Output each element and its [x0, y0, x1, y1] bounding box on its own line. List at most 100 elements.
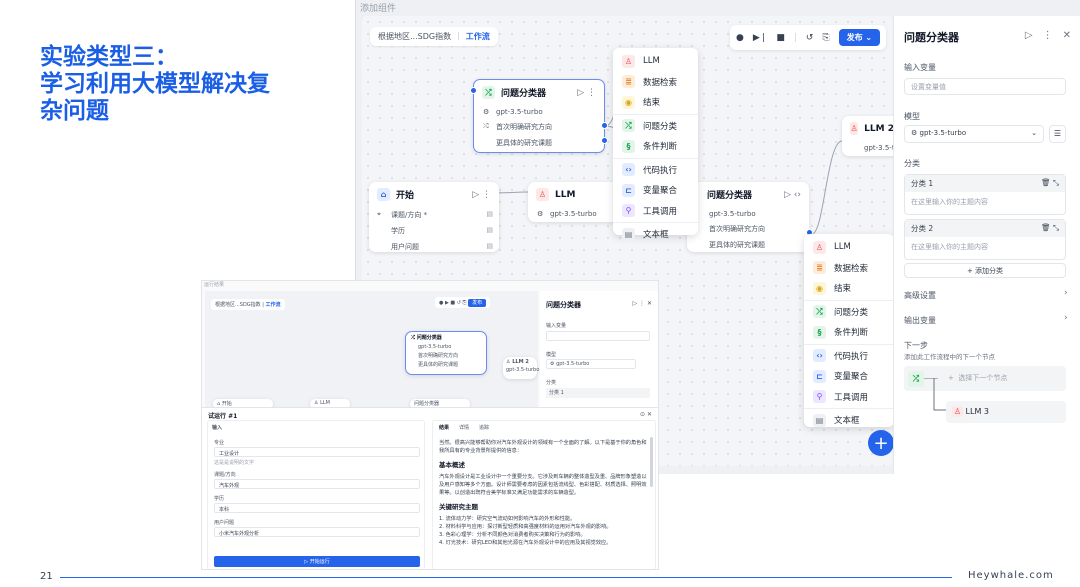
mini-input-field[interactable] — [546, 331, 650, 341]
run-title: 试运行 #1 — [208, 413, 238, 420]
next-node-llm3[interactable]: ♙ LLM 3 — [946, 401, 1066, 423]
input-handle[interactable] — [470, 87, 477, 94]
field-input[interactable]: 本科 — [214, 503, 420, 513]
menu-item-end[interactable]: ◉ 结束 — [613, 92, 698, 113]
llm-icon: ♙ — [536, 188, 549, 201]
tab-detail[interactable]: 详情 — [459, 424, 469, 431]
output-vars[interactable]: 输出变量 — [904, 315, 936, 326]
input-var-field[interactable]: 设置变量值 — [904, 78, 1066, 95]
menu-item-condition[interactable]: § 条件判断 — [613, 136, 698, 157]
more-icon[interactable]: ⋮ — [1043, 30, 1053, 41]
result-tabs: 结果 详情 追踪 — [439, 424, 489, 431]
node-model: ⚙ gpt-3.5-turbo — [537, 210, 597, 218]
mini-node-llm2[interactable]: ♙ LLM 2 gpt-3.5-turbo — [503, 357, 539, 379]
field-input[interactable]: 汽车外观 — [214, 479, 420, 489]
add-node-menu-1: ♙ LLM ≣ 数据检索 ◉ 结束 ⤮ 问题分类 § 条件判断 ‹› 代码执行 ⊏ 变量聚合 … — [613, 48, 698, 241]
menu-item-condition[interactable]: § 条件判断 — [804, 322, 894, 343]
result-heading: 关键研究主题 — [439, 503, 478, 511]
result-list-item: 1. 流体动力学：研究空气流动如何影响汽车的外形和性能。 — [439, 516, 576, 522]
result-list-item: 3. 色彩心理学：分析不同颜色对消费者购买决策和行为的影响。 — [439, 532, 586, 538]
input-tab[interactable]: 输入 — [212, 424, 222, 431]
node-run-icon[interactable]: ▷ ⋮ — [472, 190, 491, 200]
node-start[interactable]: ⌂ 开始 ▷ ⋮ ⌖ 课题/方向 * ▤ 学历 ▤ 用户问题 ▤ — [369, 182, 499, 252]
mini-model-select[interactable]: ⚙ gpt-3.5-turbo — [546, 359, 636, 369]
menu-item-llm[interactable]: ♙ LLM — [804, 237, 894, 258]
start-field: 学历 ▤ — [391, 226, 493, 235]
node-llm[interactable]: ♙ LLM ⚙ gpt-3.5-turbo — [528, 182, 623, 222]
menu-item-aggregate[interactable]: ⊏ 变量聚合 — [613, 180, 698, 201]
database-icon: ≣ — [622, 75, 635, 89]
mini-panel-actions[interactable]: ▷ ⋮ ✕ — [633, 300, 652, 307]
class-actions-icon[interactable]: 🗑 ⤡ — [1041, 223, 1059, 234]
tab-result[interactable]: 结果 — [439, 424, 449, 431]
mini-class-1: 分类 1 — [546, 388, 650, 398]
chevron-right-icon[interactable]: › — [1064, 313, 1068, 323]
chevron-right-icon[interactable]: › — [1064, 288, 1068, 298]
end-icon: ◉ — [622, 95, 635, 109]
field-input[interactable]: 小米汽车外观分析 — [214, 527, 420, 537]
node-run-icon[interactable]: ▷ ‹› — [784, 190, 801, 200]
run-result-screenshot: 运行结果 根据地区...SDG指数 | 工作流 ● ▶ ■ ↺ ⎘ 发布 ⤮ 问… — [201, 280, 659, 570]
class-input[interactable]: 在这里输入你的主题内容 — [905, 192, 1065, 214]
panel-title: 问题分类器 — [904, 31, 959, 44]
node-title: LLM — [555, 189, 576, 200]
start-field: ⌖ 课题/方向 * ▤ — [377, 210, 493, 219]
input-var-label: 输入变量 — [904, 63, 936, 72]
run-actions-icon[interactable]: ⊙ ✕ — [640, 411, 652, 418]
output-handle-2[interactable] — [601, 137, 608, 144]
aggregate-icon: ⊏ — [622, 183, 635, 197]
class-name: 分类 2 — [911, 224, 934, 233]
run-shot-label: 运行结果 — [204, 282, 225, 288]
advanced-settings[interactable]: 高级设置 — [904, 290, 936, 301]
mini-toolbar[interactable]: ● ▶ ■ ↺ ⎘ 发布 — [435, 297, 491, 308]
node-classifier-top[interactable]: ⤮ 问题分类器 ▷ ⋮ ⚙ gpt-3.5-turbo ⤮ 首次明确研究方向 更具体的研… — [470, 79, 608, 153]
run-icon[interactable]: ▷ — [1025, 30, 1033, 41]
field-label: 课题/方向 — [214, 472, 236, 478]
model-select[interactable]: ⚙ gpt-3.5-turbo ⌄ — [904, 125, 1044, 143]
mini-breadcrumb[interactable]: 根据地区...SDG指数 | 工作流 — [211, 299, 285, 310]
branch-icon: § — [622, 139, 635, 153]
add-class-button[interactable]: + 添加分类 — [904, 263, 1066, 278]
result-intro: 当然。很高兴能够帮助你对汽车外观设计的领域有一个全面的了解。以下是基于你的角色和… — [439, 440, 647, 454]
menu-item-tool[interactable]: ⚲ 工具调用 — [613, 201, 698, 222]
llm-icon: ♙ — [813, 240, 826, 254]
class-input[interactable]: 在这里输入你的主题内容 — [905, 237, 1065, 259]
result-paragraph: 汽车外观设计是工业设计中一个重要分支。它涉及到车辆的整体造型及重、品牌形象塑造以… — [439, 474, 647, 496]
node-classifier-mid[interactable]: 问题分类器 ▷ ‹› gpt-3.5-turbo 首次明确研究方向 更具体的研究课… — [687, 182, 813, 252]
node-run-icon[interactable]: ▷ ⋮ — [577, 88, 596, 98]
tab-trace[interactable]: 追踪 — [479, 424, 489, 431]
run-panel: 试运行 #1 ⊙ ✕ 输入 专业 工业设计 这是是说明的文字 课题/方向 汽车外… — [202, 407, 658, 569]
result-list-item: 2. 材料科学与应用：探讨新型轻质和高强度材料的运用对汽车外观的影响。 — [439, 524, 612, 530]
menu-item-llm[interactable]: ♙ LLM — [613, 51, 698, 72]
choose-next-node[interactable]: + 选择下一个节点 — [944, 370, 1062, 387]
result-scrollbar[interactable] — [650, 437, 653, 487]
menu-item-classify[interactable]: ⤮ 问题分类 — [613, 116, 698, 137]
mini-node-classifier[interactable]: ⤮ 问题分类器 gpt-3.5-turbo 首次明确研究方向 更具体的研究课题 — [405, 331, 487, 375]
close-icon[interactable]: ✕ — [1063, 30, 1071, 41]
textbox-icon: ▤ — [813, 413, 826, 427]
model-settings-icon[interactable]: ☰ — [1049, 125, 1066, 143]
menu-item-retrieval[interactable]: ≣ 数据检索 — [613, 72, 698, 93]
start-run-button[interactable]: ▷ 开始运行 — [214, 556, 420, 567]
menu-item-aggregate[interactable]: ⊏ 变量聚合 — [804, 366, 894, 387]
menu-item-tool[interactable]: ⚲ 工具调用 — [804, 387, 894, 408]
mini-panel-title: 问题分类器 — [546, 301, 581, 309]
menu-item-code[interactable]: ‹› 代码执行 — [613, 160, 698, 181]
next-step-label: 下一步 — [904, 341, 928, 350]
add-node-button[interactable]: + — [868, 430, 894, 456]
llm-icon: ♙ — [850, 122, 859, 135]
menu-item-end[interactable]: ◉ 结束 — [804, 278, 894, 299]
field-input[interactable]: 工业设计 — [214, 447, 420, 457]
next-step-desc: 添加此工作流程中的下一个节点 — [904, 353, 995, 361]
menu-item-code[interactable]: ‹› 代码执行 — [804, 346, 894, 367]
menu-item-textbox[interactable]: ▤ 文本框 — [613, 224, 698, 245]
output-handle-1[interactable] — [601, 122, 608, 129]
node-title: 问题分类器 — [707, 191, 753, 201]
menu-item-textbox[interactable]: ▤ 文本框 — [804, 410, 894, 431]
menu-item-classify[interactable]: ⤮ 问题分类 — [804, 302, 894, 323]
tool-icon: ⚲ — [622, 204, 635, 218]
class-actions-icon[interactable]: 🗑 ⤡ — [1041, 178, 1059, 189]
aggregate-icon: ⊏ — [813, 369, 826, 383]
editor-panel-label: 添加组件 — [360, 4, 397, 14]
menu-item-retrieval[interactable]: ≣ 数据检索 — [804, 258, 894, 279]
